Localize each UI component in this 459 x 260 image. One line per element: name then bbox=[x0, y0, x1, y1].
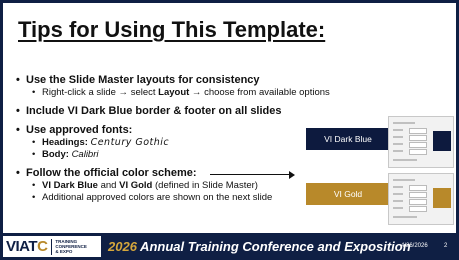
headings-font: Century Gothic bbox=[90, 137, 170, 148]
swatch-vi-gold: VI Gold bbox=[306, 183, 390, 205]
footer-title-text: Annual Training Conference and Expositio… bbox=[136, 239, 411, 254]
headings-key: Headings: bbox=[42, 137, 88, 148]
viatc-logo: VIATC TRAINING CONFERENCE & EXPO bbox=[3, 236, 101, 257]
logo-wordmark: VIATC bbox=[6, 238, 48, 255]
footer-conference-title: 2026 Annual Training Conference and Expo… bbox=[108, 239, 411, 254]
swatch-vi-dark-blue: VI Dark Blue bbox=[306, 128, 390, 150]
arrow-pointer bbox=[210, 170, 295, 179]
bullet-slide-master: Use the Slide Master layouts for consist… bbox=[16, 74, 456, 86]
layout-instruction-post: → choose from available options bbox=[189, 87, 330, 98]
color-blue-key: VI Dark Blue bbox=[42, 180, 98, 191]
slide: Tips for Using This Template: Use the Sl… bbox=[3, 3, 456, 233]
layout-keyword: Layout bbox=[158, 87, 190, 98]
layout-instruction-pre: Right-click a slide → select bbox=[42, 87, 159, 98]
slide-footer: VIATC TRAINING CONFERENCE & EXPO 2026 Annu… bbox=[0, 233, 459, 260]
color-defined-note: (defined in Slide Master) bbox=[152, 180, 258, 191]
footer-year: 2026 bbox=[108, 239, 137, 254]
sub-bullet-layout: Right-click a slide → select Layout → ch… bbox=[16, 87, 456, 98]
color-preview-gold bbox=[433, 188, 451, 208]
slide-title: Tips for Using This Template: bbox=[18, 17, 326, 42]
slide-number: 2 bbox=[444, 243, 448, 249]
color-and: and bbox=[97, 180, 120, 191]
color-gold-key: VI Gold bbox=[119, 180, 153, 191]
logo-subtitle: TRAINING CONFERENCE & EXPO bbox=[55, 239, 87, 254]
footer-date: 4/26/2026 bbox=[401, 243, 428, 249]
body-font: Calibri bbox=[71, 149, 99, 160]
color-preview-blue bbox=[433, 131, 451, 151]
body-key: Body: bbox=[42, 149, 69, 160]
color-dialog-gold-screenshot bbox=[388, 173, 454, 225]
color-dialog-blue-screenshot bbox=[388, 116, 454, 168]
